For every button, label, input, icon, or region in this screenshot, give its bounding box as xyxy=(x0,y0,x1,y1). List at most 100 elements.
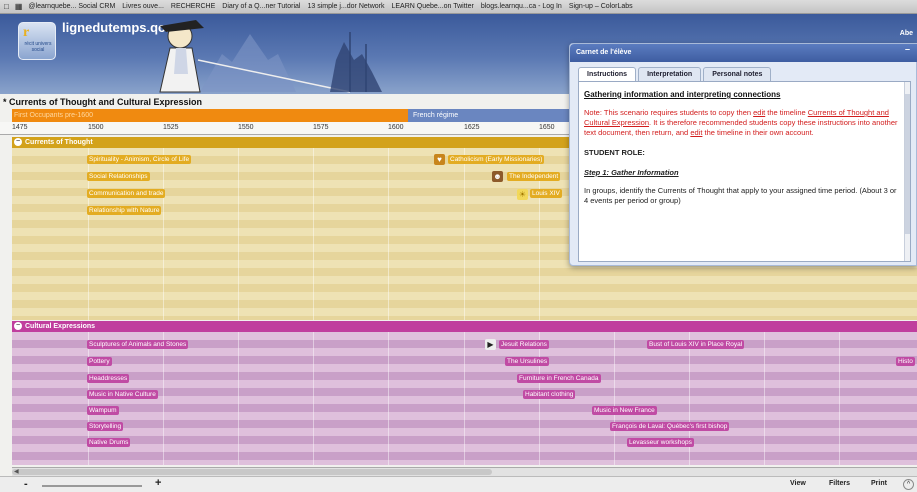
grid-line xyxy=(839,332,840,465)
timeline-event[interactable]: Headdresses xyxy=(87,374,130,383)
horizontal-scrollbar[interactable]: ◀ xyxy=(12,467,917,476)
edit-link[interactable]: edit xyxy=(690,128,702,137)
timeline-event[interactable]: Habitant clothing xyxy=(523,390,576,399)
timeline-event[interactable]: Spirituality - Animism, Circle of Life xyxy=(87,155,192,164)
timeline-event[interactable]: The Independent xyxy=(507,172,561,181)
grid-line xyxy=(464,332,465,465)
scenario-note: Note: This scenario requires students to… xyxy=(584,108,898,138)
zoom-out-button[interactable]: - xyxy=(24,478,28,490)
page-title: * Currents of Thought and Cultural Expre… xyxy=(3,97,203,107)
timeline-event[interactable]: Music in Native Culture xyxy=(87,390,158,399)
bookmark-item[interactable]: Diary of a Q...ner Tutorial xyxy=(222,3,300,10)
timeline-event[interactable]: Histo xyxy=(896,357,915,366)
bookmark-item[interactable]: Sign-up – ColorLabs xyxy=(569,3,633,10)
timeline-event[interactable]: Sculptures of Animals and Stones xyxy=(87,340,189,349)
book-icon[interactable]: ▶ xyxy=(485,339,496,350)
bookmark-item[interactable]: 13 simple j...dor Network xyxy=(307,3,384,10)
grid-line xyxy=(238,332,239,465)
grid-line xyxy=(313,148,314,320)
band-title: Currents of Thought xyxy=(25,139,93,146)
grid-line xyxy=(388,332,389,465)
bookmark-item[interactable]: @learnquebe... Social CRM xyxy=(28,3,115,10)
year-label: 1475 xyxy=(12,124,28,131)
timeline-event[interactable]: Jesuit Relations xyxy=(499,340,549,349)
view-button[interactable]: View xyxy=(790,480,806,487)
student-role-label: STUDENT ROLE: xyxy=(584,148,645,157)
timeline-event[interactable]: The Ursulines xyxy=(505,357,550,366)
year-label: 1525 xyxy=(163,124,179,131)
band-header-culture[interactable]: − Cultural Expressions xyxy=(12,321,917,332)
bookmark-item[interactable]: RECHERCHE xyxy=(171,3,215,10)
collapse-icon[interactable]: − xyxy=(14,138,22,147)
timeline-event[interactable]: Catholicism (Early Missionaries) xyxy=(448,155,545,164)
musketeer-illustration xyxy=(159,20,382,93)
grid-line xyxy=(764,332,765,465)
reader-icon[interactable]: □ xyxy=(4,2,9,11)
grid-line xyxy=(388,148,389,320)
year-label: 1625 xyxy=(464,124,480,131)
footer-toolbar: - + View Filters Print ^ xyxy=(0,476,917,492)
timeline-event[interactable]: Pottery xyxy=(87,357,112,366)
grid-line xyxy=(464,148,465,320)
year-label: 1600 xyxy=(388,124,404,131)
timeline-event[interactable]: Levasseur workshops xyxy=(627,438,694,447)
collapse-up-icon[interactable]: ^ xyxy=(903,479,914,490)
culture-rows: Sculptures of Animals and Stones Pottery… xyxy=(12,332,917,465)
notebook-tabs: Instructions Interpretation Personal not… xyxy=(578,67,773,81)
notebook-content: Gathering information and interpreting c… xyxy=(578,81,911,262)
timeline-event[interactable]: Louis XIV xyxy=(530,189,562,198)
grid-line xyxy=(163,148,164,320)
step-heading: Step 1: Gather Information xyxy=(584,168,679,177)
grid-icon[interactable]: ▦ xyxy=(15,2,23,11)
scroll-thumb[interactable] xyxy=(12,469,492,475)
logo-letter: r xyxy=(23,25,30,40)
timeline-event[interactable]: Native Drums xyxy=(87,438,131,447)
bookmark-item[interactable]: blogs.learnqu...ca - Log In xyxy=(481,3,562,10)
grid-line xyxy=(313,332,314,465)
note-text: Note: This scenario requires students to… xyxy=(584,108,754,117)
scroll-left-icon[interactable]: ◀ xyxy=(14,468,19,475)
timeline-event[interactable]: François de Laval: Québec's first bishop xyxy=(610,422,730,431)
section-heading: Gathering information and interpreting c… xyxy=(584,90,781,99)
print-button[interactable]: Print xyxy=(871,480,887,487)
timeline-event[interactable]: Social Relationships xyxy=(87,172,150,181)
zoom-in-button[interactable]: + xyxy=(155,477,161,489)
tab-personal-notes[interactable]: Personal notes xyxy=(703,67,772,81)
timeline-event[interactable]: Bust of Louis XIV in Place Royal xyxy=(647,340,745,349)
period-first-occupants[interactable]: First Occupants pre-1600 xyxy=(12,109,408,122)
bookmark-item[interactable]: Livres ouve... xyxy=(122,3,164,10)
user-name[interactable]: Abe xyxy=(900,30,913,37)
timeline-event[interactable]: Furniture in French Canada xyxy=(517,374,601,383)
timeline-event[interactable]: Storytelling xyxy=(87,422,124,431)
minimize-icon[interactable]: – xyxy=(905,44,910,54)
zoom-slider[interactable] xyxy=(42,485,142,487)
bookmark-item[interactable]: LEARN Quebe...on Twitter xyxy=(392,3,474,10)
portrait-icon[interactable]: ☻ xyxy=(492,171,503,182)
tab-instructions[interactable]: Instructions xyxy=(578,67,637,81)
grid-line xyxy=(238,148,239,320)
tab-interpretation[interactable]: Interpretation xyxy=(638,67,702,81)
band-title: Cultural Expressions xyxy=(25,323,96,330)
notebook-title[interactable]: Carnet de l'élève xyxy=(570,44,917,62)
year-label: 1575 xyxy=(313,124,329,131)
note-text: the timeline in their own account. xyxy=(702,128,814,137)
timeline-event[interactable]: Wampum xyxy=(87,406,119,415)
year-label: 1650 xyxy=(539,124,555,131)
edit-link[interactable]: edit xyxy=(753,108,765,117)
recit-logo[interactable]: r récit univers social xyxy=(18,22,56,60)
timeline-event[interactable]: Relationship with Nature xyxy=(87,206,162,215)
bookmarks-bar: □ ▦ @learnquebe... Social CRM Livres ouv… xyxy=(0,0,917,14)
filters-button[interactable]: Filters xyxy=(829,480,850,487)
missionary-icon[interactable]: ♥ xyxy=(434,154,445,165)
step-paragraph: In groups, identify the Currents of Thou… xyxy=(584,186,897,205)
note-text: the timeline xyxy=(765,108,808,117)
sun-icon[interactable]: ☀ xyxy=(517,189,528,200)
collapse-icon[interactable]: − xyxy=(14,322,22,331)
year-label: 1550 xyxy=(238,124,254,131)
year-label: 1500 xyxy=(88,124,104,131)
timeline-event[interactable]: Music in New France xyxy=(592,406,657,415)
notebook-scroll-thumb[interactable] xyxy=(905,94,910,234)
timeline-event[interactable]: Communication and trade xyxy=(87,189,166,198)
notebook-scrollbar[interactable] xyxy=(904,82,910,261)
logo-text: récit univers social xyxy=(24,41,52,53)
